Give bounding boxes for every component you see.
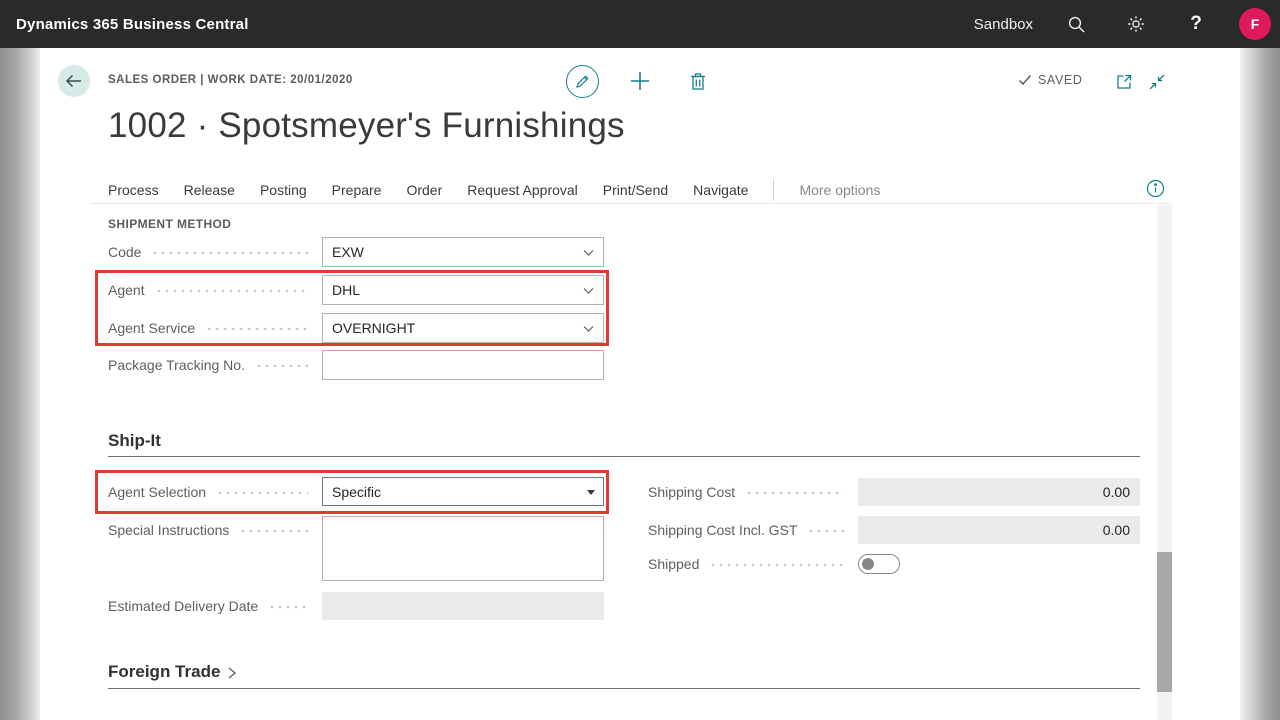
action-bar: Process Release Posting Prepare Order Re… <box>108 177 880 203</box>
avatar[interactable]: F <box>1239 8 1271 40</box>
desktop-edge-right <box>1240 48 1280 720</box>
context-caption: SALES ORDER | WORK DATE: 20/01/2020 <box>108 74 353 86</box>
foreign-trade-rule <box>108 688 1140 689</box>
collapse-icon[interactable] <box>1146 71 1167 92</box>
code-value: EXW <box>332 244 364 260</box>
search-icon[interactable] <box>1059 7 1093 41</box>
field-row-shipped: Shipped <box>648 554 1140 574</box>
action-posting[interactable]: Posting <box>260 182 307 198</box>
dot-leader <box>709 563 844 567</box>
shipping-cost-field: 0.00 <box>858 478 1140 506</box>
dot-leader <box>216 491 308 495</box>
saved-status: SAVED <box>1018 73 1082 87</box>
ship-it-title: Ship-It <box>108 431 161 451</box>
field-row-shipping-cost: Shipping Cost 0.00 <box>648 478 1140 506</box>
desktop-edge-left <box>0 48 40 720</box>
action-release[interactable]: Release <box>184 182 235 198</box>
shipping-cost-label: Shipping Cost <box>648 484 735 500</box>
code-label: Code <box>108 244 141 260</box>
app-title: Dynamics 365 Business Central <box>16 16 249 33</box>
dot-leader <box>151 251 308 255</box>
back-button[interactable] <box>58 65 90 97</box>
dot-leader <box>255 364 308 368</box>
more-options-button[interactable]: More options <box>799 182 880 198</box>
topbar-right: Sandbox ? F <box>974 0 1271 48</box>
action-request-approval[interactable]: Request Approval <box>467 182 578 198</box>
shipping-cost-value: 0.00 <box>1103 484 1130 500</box>
special-instructions-label: Special Instructions <box>108 516 229 538</box>
shipping-cost-gst-label: Shipping Cost Incl. GST <box>648 522 797 538</box>
agent-service-dropdown[interactable]: OVERNIGHT <box>322 313 604 343</box>
code-dropdown[interactable]: EXW <box>322 237 604 267</box>
agent-value: DHL <box>332 282 360 298</box>
delete-trash-icon[interactable] <box>686 69 710 93</box>
field-row-estimated-delivery: Estimated Delivery Date <box>108 592 604 620</box>
field-row-shipping-cost-gst: Shipping Cost Incl. GST 0.00 <box>648 516 1140 544</box>
action-bar-rule <box>90 203 1170 204</box>
page: Dynamics 365 Business Central Sandbox ? … <box>0 0 1280 720</box>
field-row-agent-service: Agent Service OVERNIGHT <box>108 313 604 343</box>
shipped-toggle-slot <box>858 554 1140 574</box>
chevron-down-icon <box>582 322 595 335</box>
shipping-cost-gst-field: 0.00 <box>858 516 1140 544</box>
field-row-special-instructions: Special Instructions <box>108 516 604 581</box>
dot-leader <box>239 529 308 533</box>
action-process[interactable]: Process <box>108 182 159 198</box>
action-bar-divider <box>773 179 774 201</box>
toggle-knob <box>862 558 874 570</box>
edit-pencil-icon[interactable] <box>566 65 599 98</box>
page-title: 1002 · Spotsmeyer's Furnishings <box>108 106 625 146</box>
dot-leader <box>155 289 308 293</box>
agent-service-label: Agent Service <box>108 320 195 336</box>
gear-icon[interactable] <box>1119 7 1153 41</box>
scrollbar-thumb[interactable] <box>1157 552 1172 692</box>
saved-label: SAVED <box>1038 73 1082 87</box>
dot-leader <box>268 605 308 609</box>
field-row-package-tracking: Package Tracking No. <box>108 350 604 380</box>
avatar-initial: F <box>1251 16 1260 32</box>
agent-selection-value: Specific <box>332 484 381 500</box>
shipping-cost-gst-value: 0.00 <box>1103 522 1130 538</box>
help-glyph: ? <box>1190 13 1202 35</box>
shipment-method-caption: SHIPMENT METHOD <box>108 217 231 231</box>
field-row-agent: Agent DHL <box>108 275 604 305</box>
new-plus-icon[interactable] <box>628 69 652 93</box>
dot-leader <box>205 327 308 331</box>
foreign-trade-heading[interactable]: Foreign Trade <box>108 662 238 682</box>
estimated-delivery-field <box>322 592 604 620</box>
chevron-right-icon <box>226 666 238 680</box>
shipped-label: Shipped <box>648 556 699 572</box>
field-row-code: Code EXW <box>108 237 604 267</box>
special-instructions-textarea[interactable] <box>322 516 604 581</box>
chevron-down-icon <box>582 284 595 297</box>
dot-leader <box>745 491 844 495</box>
environment-label[interactable]: Sandbox <box>974 16 1033 33</box>
ship-it-heading[interactable]: Ship-It <box>108 431 161 451</box>
info-icon[interactable] <box>1146 179 1165 198</box>
ship-it-rule <box>108 456 1140 457</box>
action-prepare[interactable]: Prepare <box>332 182 382 198</box>
chevron-down-icon <box>582 246 595 259</box>
open-in-window-icon[interactable] <box>1113 71 1134 92</box>
estimated-delivery-label: Estimated Delivery Date <box>108 598 258 614</box>
action-print-send[interactable]: Print/Send <box>603 182 668 198</box>
foreign-trade-title: Foreign Trade <box>108 662 220 682</box>
action-order[interactable]: Order <box>406 182 442 198</box>
action-navigate[interactable]: Navigate <box>693 182 748 198</box>
check-icon <box>1018 74 1032 86</box>
agent-dropdown[interactable]: DHL <box>322 275 604 305</box>
topbar: Dynamics 365 Business Central Sandbox ? … <box>0 0 1280 48</box>
agent-selection-label: Agent Selection <box>108 484 206 500</box>
agent-service-value: OVERNIGHT <box>332 320 415 336</box>
package-tracking-label: Package Tracking No. <box>108 357 245 373</box>
dot-leader <box>807 529 844 533</box>
package-tracking-input[interactable] <box>322 350 604 380</box>
help-icon[interactable]: ? <box>1179 7 1213 41</box>
agent-label: Agent <box>108 282 145 298</box>
field-row-agent-selection: Agent Selection Specific <box>108 477 604 506</box>
shipped-toggle[interactable] <box>858 554 900 574</box>
agent-selection-select[interactable]: Specific <box>322 477 604 506</box>
select-arrow-icon <box>587 490 595 495</box>
